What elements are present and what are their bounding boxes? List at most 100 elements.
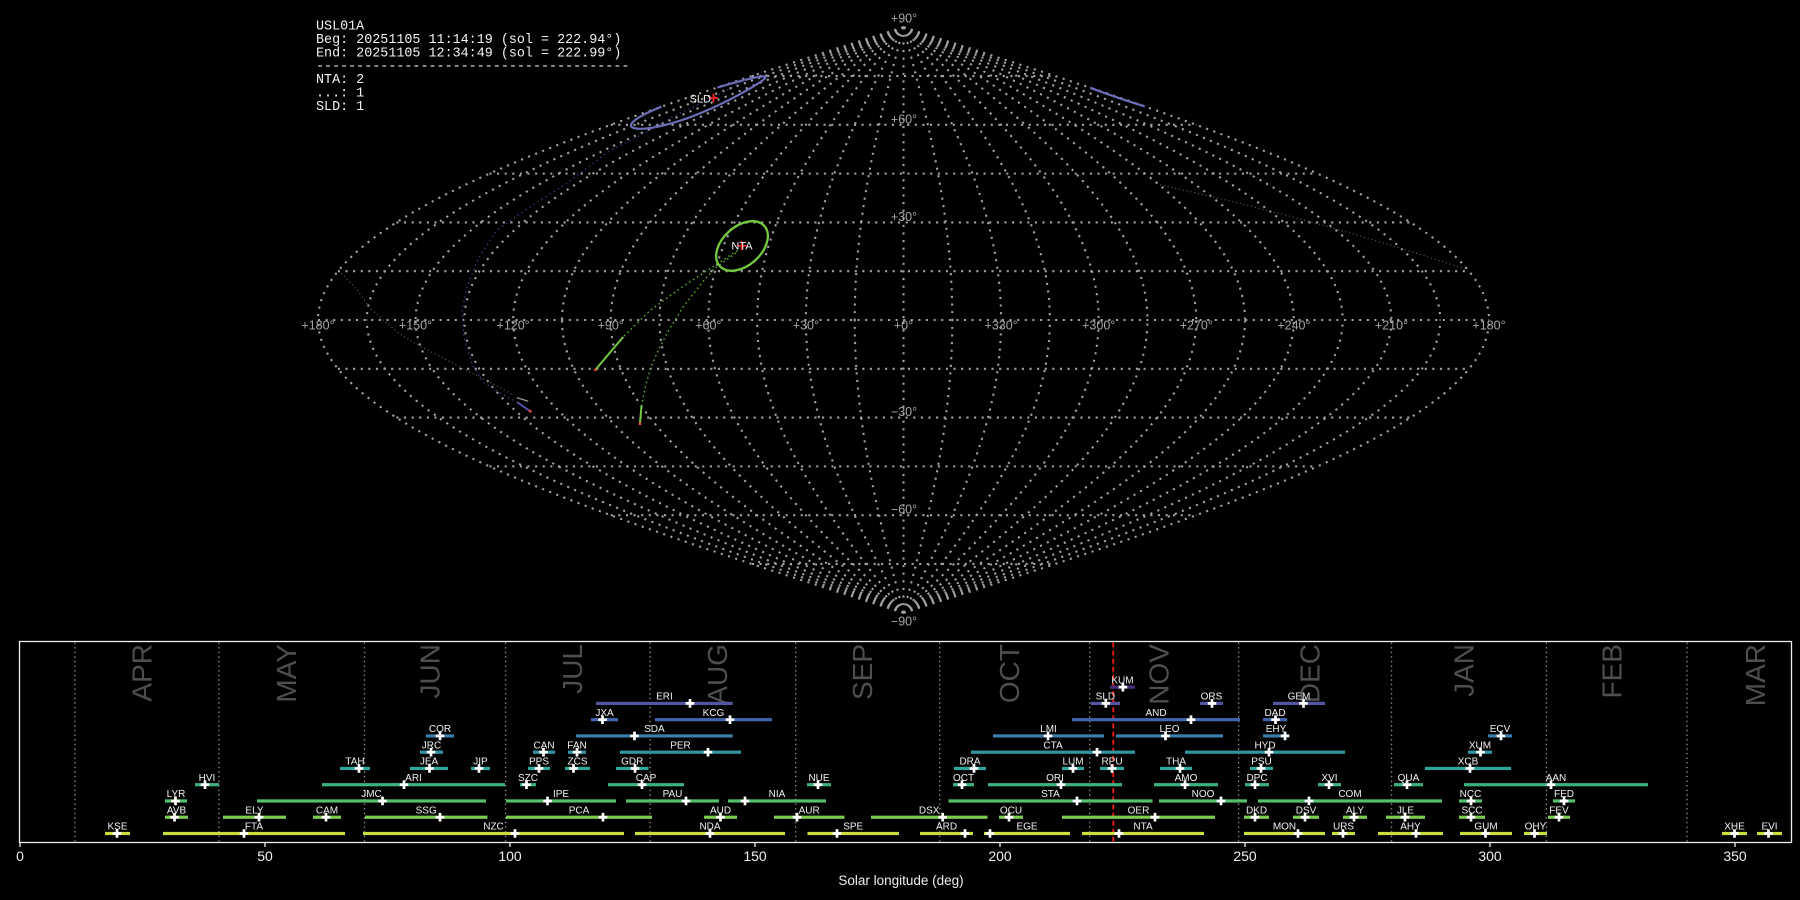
svg-text:JXA: JXA <box>595 708 614 719</box>
svg-text:NUE: NUE <box>808 773 829 784</box>
svg-text:AUG: AUG <box>702 644 733 705</box>
svg-text:+180°: +180° <box>301 318 334 332</box>
svg-text:GDR: GDR <box>621 757 643 768</box>
svg-text:350: 350 <box>1723 848 1747 864</box>
svg-text:OCT: OCT <box>994 644 1025 703</box>
svg-text:FAN: FAN <box>567 740 586 751</box>
svg-text:XCB: XCB <box>1458 757 1479 768</box>
svg-text:AVB: AVB <box>167 805 187 816</box>
svg-text:SZC: SZC <box>518 773 538 784</box>
svg-text:HYD: HYD <box>1254 740 1275 751</box>
svg-text:+270°: +270° <box>1180 318 1213 332</box>
svg-text:+90°: +90° <box>891 12 917 26</box>
svg-text:PCA: PCA <box>569 805 590 816</box>
svg-text:XVI: XVI <box>1321 773 1337 784</box>
svg-text:OCT: OCT <box>953 773 974 784</box>
svg-text:MAR: MAR <box>1740 644 1771 706</box>
svg-text:ORS: ORS <box>1201 692 1223 703</box>
svg-text:200: 200 <box>988 848 1012 864</box>
svg-text:FEV: FEV <box>1549 805 1569 816</box>
svg-text:NDA: NDA <box>699 822 720 833</box>
svg-text:NZC: NZC <box>483 822 504 833</box>
svg-text:GUM: GUM <box>1474 822 1497 833</box>
svg-text:COR: COR <box>429 724 451 735</box>
svg-text:Solar longitude (deg): Solar longitude (deg) <box>838 873 963 888</box>
svg-text:SPE: SPE <box>843 822 863 833</box>
svg-text:ALY: ALY <box>1346 805 1364 816</box>
svg-text:AUR: AUR <box>799 805 820 816</box>
svg-text:AND: AND <box>1145 708 1166 719</box>
svg-text:RPU: RPU <box>1101 757 1122 768</box>
svg-text:AAN: AAN <box>1546 773 1567 784</box>
svg-text:+30°: +30° <box>891 210 917 224</box>
svg-text:SCC: SCC <box>1461 805 1482 816</box>
svg-text:OCU: OCU <box>1000 805 1022 816</box>
svg-text:EHY: EHY <box>1266 724 1287 735</box>
svg-text:KCG: KCG <box>703 708 725 719</box>
svg-text:APR: APR <box>126 644 157 702</box>
svg-text:ARD: ARD <box>936 822 957 833</box>
svg-text:+30°: +30° <box>793 318 819 332</box>
svg-text:XHE: XHE <box>1724 822 1745 833</box>
svg-text:URS: URS <box>1333 822 1354 833</box>
svg-text:IPE: IPE <box>553 789 569 800</box>
svg-text:STA: STA <box>1041 789 1060 800</box>
svg-text:FED: FED <box>1554 789 1574 800</box>
svg-text:SLD: 1: SLD: 1 <box>316 100 364 115</box>
svg-text:DSV: DSV <box>1296 805 1317 816</box>
svg-text:SSG: SSG <box>416 805 437 816</box>
svg-text:NOO: NOO <box>1192 789 1215 800</box>
svg-text:PER: PER <box>670 740 691 751</box>
svg-text:NTA: NTA <box>731 241 753 253</box>
svg-text:100: 100 <box>498 848 522 864</box>
svg-text:MON: MON <box>1273 822 1296 833</box>
svg-text:LUM: LUM <box>1062 757 1083 768</box>
svg-text:SDA: SDA <box>644 724 665 735</box>
svg-text:AMO: AMO <box>1175 773 1198 784</box>
svg-text:TAH: TAH <box>345 757 364 768</box>
svg-text:50: 50 <box>257 848 273 864</box>
svg-text:LEO: LEO <box>1159 724 1179 735</box>
svg-text:CAP: CAP <box>636 773 657 784</box>
svg-text:DAD: DAD <box>1264 708 1285 719</box>
svg-text:JAN: JAN <box>1448 644 1479 697</box>
svg-text:DSX: DSX <box>919 805 940 816</box>
svg-text:150: 150 <box>743 848 767 864</box>
svg-text:+300°: +300° <box>1082 318 1115 332</box>
svg-text:+0°: +0° <box>894 318 913 332</box>
svg-text:−60°: −60° <box>891 503 917 517</box>
svg-text:+240°: +240° <box>1277 318 1310 332</box>
svg-text:SLD: SLD <box>1096 692 1115 703</box>
svg-text:FTA: FTA <box>245 822 263 833</box>
svg-text:+330°: +330° <box>985 318 1018 332</box>
svg-text:EVI: EVI <box>1761 822 1777 833</box>
svg-text:SEP: SEP <box>847 644 878 700</box>
svg-text:ARI: ARI <box>405 773 422 784</box>
svg-text:250: 250 <box>1233 848 1257 864</box>
svg-text:ECV: ECV <box>1490 724 1511 735</box>
svg-text:PSU: PSU <box>1251 757 1272 768</box>
svg-text:FEB: FEB <box>1596 644 1627 698</box>
svg-text:+180°: +180° <box>1472 318 1505 332</box>
svg-text:OHY: OHY <box>1525 822 1547 833</box>
svg-text:300: 300 <box>1478 848 1502 864</box>
svg-text:NCC: NCC <box>1460 789 1482 800</box>
svg-text:AHY: AHY <box>1400 822 1421 833</box>
svg-text:THA: THA <box>1166 757 1186 768</box>
svg-text:0: 0 <box>16 848 24 864</box>
svg-text:CAN: CAN <box>533 740 554 751</box>
svg-text:OER: OER <box>1128 805 1150 816</box>
svg-text:LYR: LYR <box>167 789 186 800</box>
svg-text:CTA: CTA <box>1043 740 1063 751</box>
svg-text:QUA: QUA <box>1398 773 1420 784</box>
svg-text:JUL: JUL <box>557 644 588 694</box>
svg-text:SLD: SLD <box>690 94 711 106</box>
svg-text:ELY: ELY <box>245 805 263 816</box>
svg-text:LMI: LMI <box>1040 724 1057 735</box>
svg-text:PPS: PPS <box>529 757 549 768</box>
svg-text:ORI: ORI <box>1046 773 1064 784</box>
svg-text:DRA: DRA <box>959 757 980 768</box>
svg-text:JUN: JUN <box>415 644 446 698</box>
svg-text:AUD: AUD <box>710 805 731 816</box>
svg-text:COM: COM <box>1338 789 1361 800</box>
